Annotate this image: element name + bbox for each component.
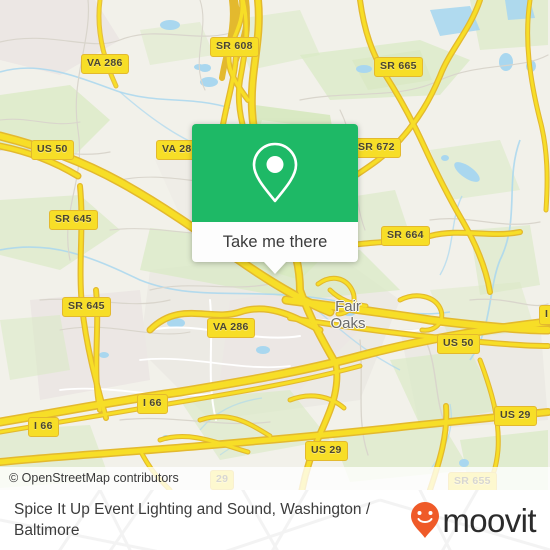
city-label-fair-oaks: Fair Oaks: [330, 298, 366, 332]
popup-green-panel: [192, 124, 358, 222]
footer-bar: Spice It Up Event Lighting and Sound, Wa…: [0, 490, 550, 550]
moovit-wordmark: moovit: [442, 501, 536, 539]
moovit-logo[interactable]: moovit: [410, 501, 537, 539]
road-shield: SR 664: [381, 226, 430, 246]
road-shield: SR 608: [210, 37, 259, 57]
osm-attribution[interactable]: © OpenStreetMap contributors: [0, 467, 550, 490]
map-pin-icon: [252, 142, 298, 203]
road-shield: SR 672: [352, 138, 401, 158]
moovit-pin-icon: [411, 502, 440, 538]
place-title: Spice It Up Event Lighting and Sound, Wa…: [14, 501, 371, 539]
road-shield: SR 645: [62, 297, 111, 317]
map-canvas[interactable]: .park { fill:#d9e9c3; } .park2 { fill:#e…: [0, 0, 550, 490]
road-shield: VA 286: [81, 54, 129, 74]
road-shield: I 66: [28, 417, 59, 437]
road-shield: SR 665: [374, 57, 423, 77]
road-shield: US 29: [494, 406, 537, 426]
road-shield: I: [539, 305, 550, 325]
road-shield: US 50: [437, 334, 480, 354]
take-me-there-label: Take me there: [222, 232, 328, 251]
road-shield: SR 645: [49, 210, 98, 230]
road-shield: I 66: [137, 394, 168, 414]
road-shield: US 29: [305, 441, 348, 461]
take-me-there-button[interactable]: Take me there: [192, 222, 358, 262]
road-shield: VA 286: [207, 318, 255, 338]
place-popup[interactable]: Take me there: [192, 124, 358, 274]
screenshot-root: .park { fill:#d9e9c3; } .park2 { fill:#e…: [0, 0, 550, 550]
footer-content: Spice It Up Event Lighting and Sound, Wa…: [0, 490, 550, 550]
popup-tail: [264, 262, 286, 274]
road-shield: US 50: [31, 140, 74, 160]
